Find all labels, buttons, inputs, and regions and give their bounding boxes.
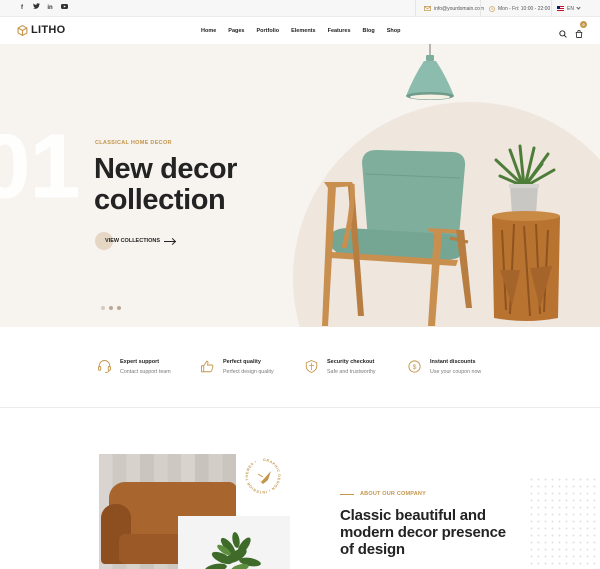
shopping-bag-icon xyxy=(575,30,583,38)
feature-security-checkout: Security checkout Safe and trustworthy xyxy=(304,358,376,375)
feature-expert-support: Expert support Contact support team xyxy=(97,358,171,375)
feature-title: Security checkout xyxy=(327,359,375,365)
about-eyebrow-text: ABOUT OUR COMPANY xyxy=(360,491,426,497)
nav-portfolio[interactable]: Portfolio xyxy=(251,28,286,34)
facebook-icon[interactable]: f xyxy=(17,3,27,13)
svg-text:$: $ xyxy=(413,364,417,371)
hero-title: New decor collection xyxy=(94,153,238,216)
social-links: f in xyxy=(17,3,69,13)
cart-count-badge: 0 xyxy=(580,21,587,28)
about-eyebrow: ABOUT OUR COMPANY xyxy=(340,491,426,497)
chevron-down-icon xyxy=(576,5,581,10)
cart-button[interactable]: 0 xyxy=(575,21,587,43)
about-section: GRAPHIC DESIGN • INTERIOR THEMES • ABOUT… xyxy=(0,408,600,569)
armchair-image xyxy=(322,150,472,326)
wooden-side-table-image xyxy=(492,211,560,321)
potted-plant-image xyxy=(494,144,556,214)
decorative-dot-grid xyxy=(528,476,600,569)
logo-cube-icon xyxy=(17,24,28,36)
arrow-right-icon xyxy=(164,240,175,242)
logo[interactable]: LITHO xyxy=(17,24,66,36)
about-title: Classic beautiful and modern decor prese… xyxy=(340,507,506,558)
top-bar: f in info@yourdomain.com Mon - Fri: 10:0… xyxy=(0,0,600,17)
hours-text: Mon - Fri: 10:00 - 22:00 xyxy=(498,5,551,12)
feature-subtitle: Use your coupon now xyxy=(430,369,482,375)
feature-title: Perfect quality xyxy=(223,359,261,365)
twitter-icon[interactable] xyxy=(31,3,41,13)
feature-instant-discounts: $ Instant discounts Use your coupon now xyxy=(407,358,481,375)
language-selector[interactable]: EN xyxy=(551,0,585,17)
feature-subtitle: Contact support team xyxy=(120,369,171,375)
plant-photo-card xyxy=(178,516,290,569)
logo-text: LITHO xyxy=(31,24,66,36)
hours-info: Mon - Fri: 10:00 - 22:00 xyxy=(480,0,558,17)
nav-shop[interactable]: Shop xyxy=(381,28,407,34)
feature-title: Expert support xyxy=(120,359,160,365)
clock-icon xyxy=(489,5,495,12)
uk-flag-icon xyxy=(557,6,564,11)
hero-eyebrow: CLASSICAL HOME DECOR xyxy=(95,140,172,146)
nav-blog[interactable]: Blog xyxy=(357,28,381,34)
cta-label: VIEW COLLECTIONS xyxy=(105,238,160,244)
linkedin-icon[interactable]: in xyxy=(45,3,55,13)
feature-subtitle: Safe and trustworthy xyxy=(327,369,376,375)
houseplant-image xyxy=(205,532,261,569)
youtube-icon[interactable] xyxy=(59,3,69,13)
hero-slider: 01 CLASSICAL HOME DECOR New decor collec… xyxy=(0,44,600,327)
nav-pages[interactable]: Pages xyxy=(222,28,250,34)
slide-number: 01 xyxy=(0,117,81,217)
language-label: EN xyxy=(567,5,574,12)
email-text: info@yourdomain.com xyxy=(434,5,485,12)
eyebrow-line xyxy=(340,493,354,495)
header-actions: 0 xyxy=(559,21,587,43)
slider-dot-3[interactable] xyxy=(117,306,121,310)
pendant-lamp-image xyxy=(406,44,454,100)
mail-icon xyxy=(424,6,431,11)
dollar-coin-icon: $ xyxy=(408,360,421,373)
nav-elements[interactable]: Elements xyxy=(285,28,321,34)
nav-home[interactable]: Home xyxy=(195,28,222,34)
feature-perfect-quality: Perfect quality Perfect design quality xyxy=(200,358,274,375)
thumbs-up-icon xyxy=(201,360,214,373)
nav-features[interactable]: Features xyxy=(322,28,357,34)
graphic-design-badge: GRAPHIC DESIGN • INTERIOR THEMES • xyxy=(243,456,283,496)
slider-dot-1[interactable] xyxy=(101,306,105,310)
main-nav: Home Pages Portfolio Elements Features B… xyxy=(195,17,407,44)
headset-icon xyxy=(98,360,111,373)
feature-title: Instant discounts xyxy=(430,359,476,365)
view-collections-button[interactable]: VIEW COLLECTIONS xyxy=(95,232,175,250)
feature-subtitle: Perfect design quality xyxy=(223,369,274,375)
main-header: LITHO Home Pages Portfolio Elements Feat… xyxy=(0,17,600,44)
slider-dot-2[interactable] xyxy=(109,306,113,310)
search-icon[interactable] xyxy=(559,30,567,38)
shield-icon xyxy=(305,360,318,373)
features-strip: Expert support Contact support team Perf… xyxy=(0,327,600,408)
slider-pagination xyxy=(101,306,121,310)
